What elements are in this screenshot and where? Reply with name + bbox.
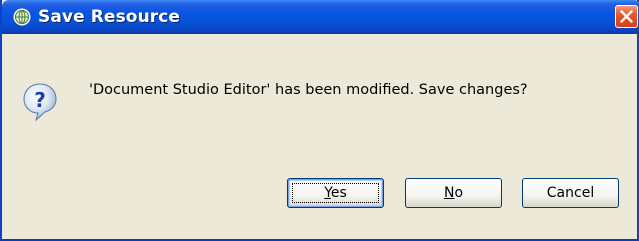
cancel-label: Cancel [546,185,595,201]
close-button[interactable] [615,5,638,28]
dialog-message: 'Document Studio Editor' has been modifi… [89,82,528,98]
focus-rect [292,183,379,203]
question-icon: ? [22,82,58,122]
svg-text:?: ? [34,88,46,112]
title-bar[interactable]: Save Resource [2,0,639,34]
no-label-rest: o [454,185,464,201]
no-mnemonic: N [443,185,455,201]
cancel-button[interactable]: Cancel [522,178,619,208]
app-globe-icon [13,8,31,26]
save-resource-dialog: Save Resource ? 'Document Studio Editor'… [0,0,639,241]
no-button[interactable]: No [405,178,502,208]
yes-button[interactable]: Yes [287,178,384,208]
close-icon [620,10,633,23]
dialog-body: ? 'Document Studio Editor' has been modi… [2,34,637,239]
window-title: Save Resource [38,7,181,27]
